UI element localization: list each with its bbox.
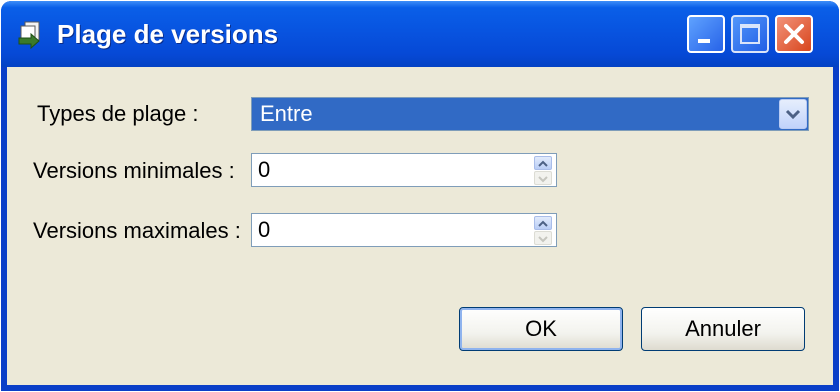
close-icon xyxy=(784,24,804,44)
range-type-value: Entre xyxy=(260,101,313,126)
chevron-down-icon xyxy=(785,109,801,120)
range-type-select[interactable]: Entre xyxy=(251,97,809,131)
dropdown-button[interactable] xyxy=(779,99,807,129)
spin-down-icon xyxy=(538,236,548,243)
min-versions-value[interactable]: 0 xyxy=(258,157,270,183)
minimize-icon xyxy=(698,39,710,43)
cancel-button[interactable]: Annuler xyxy=(641,307,805,351)
dialog-window: Plage de versions Types de plage : Entre xyxy=(1,1,839,391)
max-versions-up-button[interactable] xyxy=(534,216,552,230)
max-versions-down-button[interactable] xyxy=(534,231,552,245)
spin-down-icon xyxy=(538,176,548,183)
dialog-content: Types de plage : Entre Versions minimale… xyxy=(7,67,833,385)
min-versions-spinner[interactable]: 0 xyxy=(251,153,557,187)
ok-button[interactable]: OK xyxy=(459,307,623,351)
min-versions-label: Versions minimales : xyxy=(33,158,235,183)
title-bar[interactable]: Plage de versions xyxy=(1,1,839,67)
app-icon xyxy=(15,18,47,50)
min-versions-up-button[interactable] xyxy=(534,156,552,170)
spin-up-icon xyxy=(538,160,548,167)
window-title: Plage de versions xyxy=(57,19,279,49)
maximize-button[interactable] xyxy=(731,15,769,53)
maximize-icon xyxy=(740,24,760,44)
min-versions-down-button[interactable] xyxy=(534,171,552,185)
max-versions-value[interactable]: 0 xyxy=(258,217,270,243)
close-button[interactable] xyxy=(775,15,813,53)
minimize-button[interactable] xyxy=(687,15,725,53)
max-versions-spinner[interactable]: 0 xyxy=(251,213,557,247)
max-versions-label: Versions maximales : xyxy=(33,218,241,243)
range-type-label: Types de plage : xyxy=(37,101,199,126)
spin-up-icon xyxy=(538,220,548,227)
